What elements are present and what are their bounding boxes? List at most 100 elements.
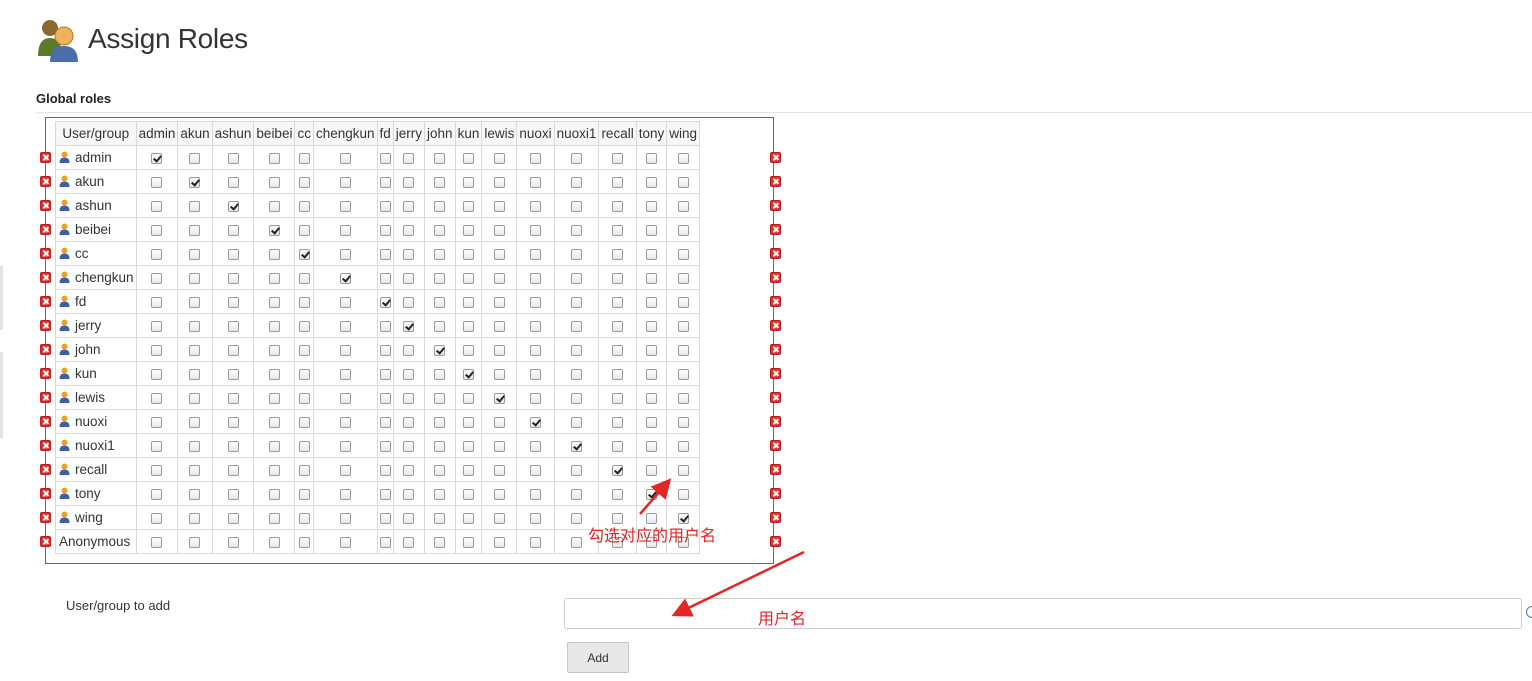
role-checkbox-recall[interactable] bbox=[612, 488, 624, 500]
delete-icon[interactable] bbox=[40, 248, 51, 259]
role-checkbox-john[interactable] bbox=[434, 272, 446, 284]
role-checkbox-cc[interactable] bbox=[298, 296, 310, 308]
role-checkbox-cc[interactable] bbox=[298, 464, 310, 476]
role-checkbox-chengkun[interactable] bbox=[339, 392, 351, 404]
role-checkbox-kun[interactable] bbox=[462, 440, 474, 452]
role-checkbox-beibei[interactable] bbox=[268, 464, 280, 476]
role-checkbox-fd[interactable] bbox=[379, 392, 391, 404]
role-checkbox-ashun[interactable] bbox=[227, 440, 239, 452]
role-checkbox-ashun[interactable] bbox=[227, 344, 239, 356]
role-checkbox-wing[interactable] bbox=[677, 392, 689, 404]
role-checkbox-john[interactable] bbox=[434, 176, 446, 188]
role-checkbox-nuoxi[interactable] bbox=[530, 440, 541, 452]
role-checkbox-nuoxi[interactable] bbox=[530, 344, 541, 356]
role-checkbox-ashun[interactable] bbox=[227, 416, 239, 428]
role-checkbox-cc[interactable] bbox=[298, 416, 310, 428]
role-checkbox-wing[interactable] bbox=[677, 224, 689, 236]
role-checkbox-john[interactable] bbox=[434, 248, 446, 260]
role-checkbox-fd[interactable] bbox=[379, 488, 391, 500]
role-checkbox-nuoxi1[interactable] bbox=[571, 392, 583, 404]
role-checkbox-akun[interactable] bbox=[189, 176, 201, 188]
role-checkbox-ashun[interactable] bbox=[227, 392, 239, 404]
role-checkbox-wing[interactable] bbox=[677, 200, 689, 212]
role-checkbox-recall[interactable] bbox=[612, 272, 624, 284]
role-checkbox-kun[interactable] bbox=[462, 536, 474, 548]
role-checkbox-wing[interactable] bbox=[677, 368, 689, 380]
delete-icon[interactable] bbox=[770, 224, 781, 235]
role-checkbox-fd[interactable] bbox=[379, 344, 391, 356]
role-checkbox-beibei[interactable] bbox=[268, 536, 280, 548]
role-checkbox-jerry[interactable] bbox=[403, 464, 415, 476]
role-checkbox-wing[interactable] bbox=[677, 296, 689, 308]
role-checkbox-akun[interactable] bbox=[189, 344, 201, 356]
role-checkbox-tony[interactable] bbox=[645, 320, 657, 332]
delete-icon[interactable] bbox=[770, 176, 781, 187]
role-checkbox-beibei[interactable] bbox=[268, 152, 280, 164]
role-checkbox-recall[interactable] bbox=[612, 464, 624, 476]
delete-icon[interactable] bbox=[40, 320, 51, 331]
role-checkbox-admin[interactable] bbox=[151, 248, 163, 260]
role-checkbox-john[interactable] bbox=[434, 200, 446, 212]
role-checkbox-cc[interactable] bbox=[298, 200, 310, 212]
role-checkbox-fd[interactable] bbox=[379, 416, 391, 428]
role-checkbox-fd[interactable] bbox=[379, 464, 391, 476]
role-checkbox-chengkun[interactable] bbox=[339, 368, 351, 380]
role-checkbox-akun[interactable] bbox=[189, 320, 201, 332]
delete-icon[interactable] bbox=[40, 368, 51, 379]
role-checkbox-admin[interactable] bbox=[151, 416, 163, 428]
role-checkbox-tony[interactable] bbox=[645, 248, 657, 260]
delete-icon[interactable] bbox=[40, 536, 51, 547]
role-checkbox-akun[interactable] bbox=[189, 248, 201, 260]
role-checkbox-cc[interactable] bbox=[298, 320, 310, 332]
role-checkbox-fd[interactable] bbox=[379, 512, 391, 524]
role-checkbox-cc[interactable] bbox=[298, 368, 310, 380]
role-checkbox-beibei[interactable] bbox=[268, 176, 280, 188]
delete-icon[interactable] bbox=[770, 272, 781, 283]
delete-icon[interactable] bbox=[40, 152, 51, 163]
role-checkbox-tony[interactable] bbox=[645, 296, 657, 308]
role-checkbox-lewis[interactable] bbox=[493, 248, 505, 260]
role-checkbox-nuoxi1[interactable] bbox=[571, 248, 583, 260]
role-checkbox-kun[interactable] bbox=[462, 392, 474, 404]
role-checkbox-tony[interactable] bbox=[645, 344, 657, 356]
role-checkbox-kun[interactable] bbox=[462, 176, 474, 188]
role-checkbox-jerry[interactable] bbox=[403, 320, 415, 332]
role-checkbox-nuoxi[interactable] bbox=[530, 296, 541, 308]
role-checkbox-nuoxi1[interactable] bbox=[571, 488, 583, 500]
delete-icon[interactable] bbox=[40, 200, 51, 211]
role-checkbox-cc[interactable] bbox=[298, 512, 310, 524]
role-checkbox-fd[interactable] bbox=[379, 368, 391, 380]
role-checkbox-fd[interactable] bbox=[379, 272, 391, 284]
role-checkbox-recall[interactable] bbox=[612, 224, 624, 236]
role-checkbox-wing[interactable] bbox=[677, 320, 689, 332]
role-checkbox-lewis[interactable] bbox=[493, 224, 505, 236]
role-checkbox-ashun[interactable] bbox=[227, 224, 239, 236]
role-checkbox-wing[interactable] bbox=[677, 344, 689, 356]
role-checkbox-nuoxi1[interactable] bbox=[571, 200, 583, 212]
role-checkbox-tony[interactable] bbox=[645, 464, 657, 476]
role-checkbox-recall[interactable] bbox=[612, 392, 624, 404]
role-checkbox-chengkun[interactable] bbox=[339, 200, 351, 212]
role-checkbox-jerry[interactable] bbox=[403, 344, 415, 356]
role-checkbox-ashun[interactable] bbox=[227, 152, 239, 164]
role-checkbox-lewis[interactable] bbox=[493, 440, 505, 452]
role-checkbox-kun[interactable] bbox=[462, 512, 474, 524]
user-group-input[interactable] bbox=[564, 598, 1522, 629]
role-checkbox-wing[interactable] bbox=[677, 440, 689, 452]
role-checkbox-admin[interactable] bbox=[151, 512, 163, 524]
role-checkbox-fd[interactable] bbox=[379, 200, 391, 212]
delete-icon[interactable] bbox=[40, 344, 51, 355]
role-checkbox-tony[interactable] bbox=[645, 392, 657, 404]
delete-icon[interactable] bbox=[770, 464, 781, 475]
delete-icon[interactable] bbox=[40, 392, 51, 403]
role-checkbox-lewis[interactable] bbox=[493, 296, 505, 308]
role-checkbox-chengkun[interactable] bbox=[339, 536, 351, 548]
role-checkbox-fd[interactable] bbox=[379, 176, 391, 188]
role-checkbox-lewis[interactable] bbox=[493, 392, 505, 404]
delete-icon[interactable] bbox=[770, 248, 781, 259]
role-checkbox-fd[interactable] bbox=[379, 320, 391, 332]
role-checkbox-nuoxi[interactable] bbox=[530, 320, 541, 332]
delete-icon[interactable] bbox=[770, 320, 781, 331]
role-checkbox-beibei[interactable] bbox=[268, 200, 280, 212]
role-checkbox-tony[interactable] bbox=[645, 272, 657, 284]
